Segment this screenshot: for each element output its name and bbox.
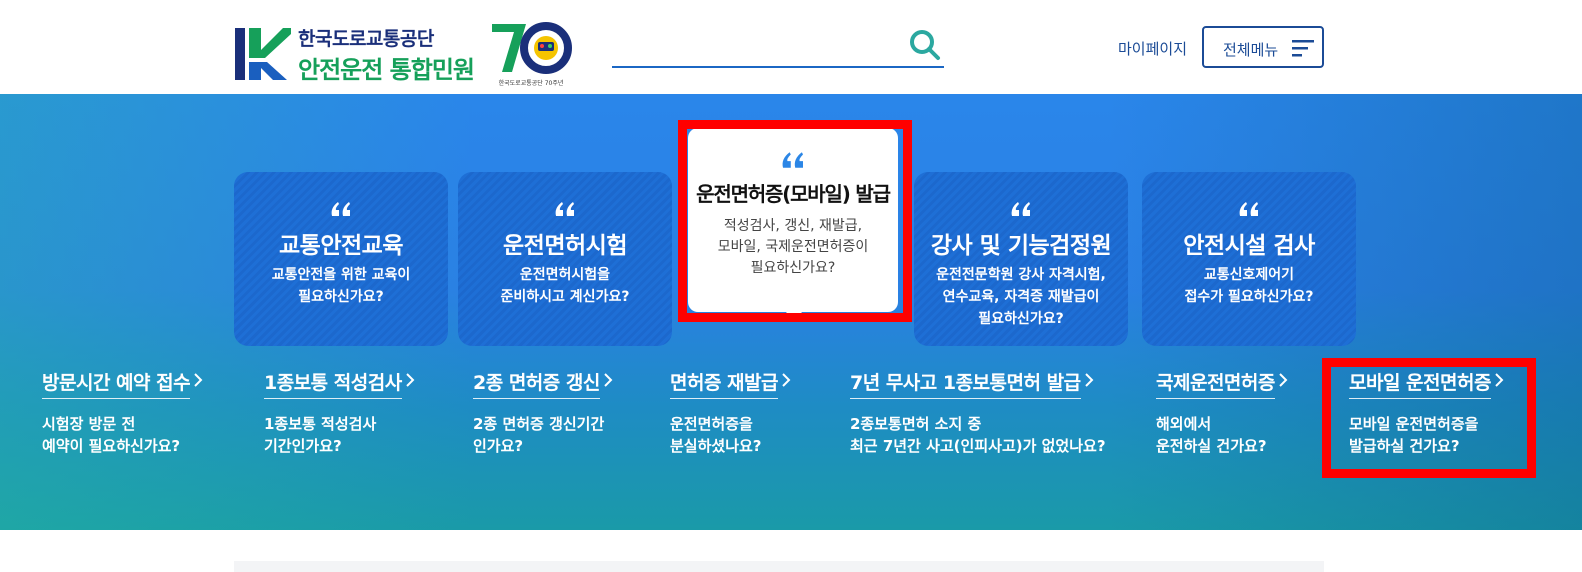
link-description: 2종 면허증 갱신기간 인가요? <box>473 415 605 455</box>
card-traffic-safety-education[interactable]: 교통안전교육 교통안전을 위한 교육이 필요하신가요? <box>234 172 448 346</box>
link-title: 방문시간 예약 접수 <box>42 368 191 399</box>
hamburger-menu-icon <box>1292 40 1314 57</box>
site-logo[interactable]: 한국도로교통공단 안전운전 통합민원 <box>235 24 475 84</box>
service-name: 안전운전 통합민원 <box>298 56 475 84</box>
link-title: 7년 무사고 1종보통면허 발급 <box>850 368 1081 399</box>
hero-section: 교통안전교육 교통안전을 위한 교육이 필요하신가요? 운전면허시험 운전면허시험… <box>0 94 1582 530</box>
chevron-right-icon <box>405 373 415 387</box>
link-description: 1종보통 적성검사 기간인가요? <box>264 415 377 455</box>
search-icon[interactable] <box>908 28 942 62</box>
card-title: 강사 및 기능검정원 <box>930 233 1112 259</box>
link-description: 시험장 방문 전 예약이 필요하신가요? <box>42 415 181 455</box>
link-description: 해외에서 운전하실 건가요? <box>1156 415 1267 455</box>
highlight-box-license-card <box>678 120 912 322</box>
link-class1-aptitude-test[interactable]: 1종보통 적성검사 1종보통 적성검사 기간인가요? <box>264 368 416 457</box>
koroad-logo-icon <box>235 28 291 80</box>
quote-icon <box>331 202 350 216</box>
card-description: 교통안전을 위한 교육이 필요하신가요? <box>271 267 411 305</box>
link-title: 면허증 재발급 <box>670 368 779 399</box>
mypage-link[interactable]: 마이페이지 <box>1118 38 1187 59</box>
site-header: 한국도로교통공단 안전운전 통합민원 한국도로교통공단 70주년 마이페이지 전… <box>0 0 1582 94</box>
chevron-right-icon <box>194 373 203 387</box>
link-class2-renewal[interactable]: 2종 면허증 갱신 2종 면허증 갱신기간 인가요? <box>473 368 614 457</box>
chevron-right-icon <box>1084 373 1093 387</box>
card-description: 운전면허시험을 준비하시고 계신가요? <box>500 267 630 305</box>
chevron-right-icon <box>1279 373 1288 387</box>
all-menu-label: 전체메뉴 <box>1223 41 1279 59</box>
link-description: 운전면허증을 분실하셨나요? <box>670 415 762 455</box>
link-description: 2종보통면허 소지 중 최근 7년간 사고(인피사고)가 없었나요? <box>850 415 1106 455</box>
link-7year-accident-free[interactable]: 7년 무사고 1종보통면허 발급 2종보통면허 소지 중 최근 7년간 사고(인피… <box>850 368 1106 457</box>
search-input[interactable] <box>612 30 892 64</box>
org-name: 한국도로교통공단 <box>298 28 434 50</box>
search-bar <box>612 26 944 68</box>
quote-icon <box>1239 202 1258 216</box>
content-area-top <box>234 561 1324 572</box>
chevron-right-icon <box>604 373 613 387</box>
card-title: 안전시설 검사 <box>1183 233 1315 259</box>
chevron-right-icon <box>1495 373 1504 387</box>
link-description: 모바일 운전면허증을 발급하실 건가요? <box>1349 415 1479 455</box>
all-menu-button[interactable]: 전체메뉴 <box>1202 26 1324 68</box>
card-safety-facility-inspection[interactable]: 안전시설 검사 교통신호제어기 접수가 필요하신가요? <box>1142 172 1356 346</box>
anniversary-emblem: 한국도로교통공단 70주년 <box>490 20 572 90</box>
link-mobile-license[interactable]: 모바일 운전면허증 모바일 운전면허증을 발급하실 건가요? <box>1349 368 1505 457</box>
link-title: 모바일 운전면허증 <box>1349 368 1491 399</box>
quote-icon <box>1011 202 1030 216</box>
card-description: 운전전문학원 강사 자격시험, 연수교육, 자격증 재발급이 필요하신가요? <box>936 267 1106 327</box>
card-title: 교통안전교육 <box>279 233 403 259</box>
card-title: 운전면허시험 <box>503 233 627 259</box>
link-title: 2종 면허증 갱신 <box>473 368 600 399</box>
seventy-anniversary-icon <box>492 22 572 74</box>
link-visit-reservation[interactable]: 방문시간 예약 접수 시험장 방문 전 예약이 필요하신가요? <box>42 368 204 457</box>
link-international-license[interactable]: 국제운전면허증 해외에서 운전하실 건가요? <box>1156 368 1289 457</box>
card-instructor-examiner[interactable]: 강사 및 기능검정원 운전전문학원 강사 자격시험, 연수교육, 자격증 재발급이… <box>914 172 1128 346</box>
quote-icon <box>555 202 574 216</box>
card-driving-license-test[interactable]: 운전면허시험 운전면허시험을 준비하시고 계신가요? <box>458 172 672 346</box>
link-license-reissue[interactable]: 면허증 재발급 운전면허증을 분실하셨나요? <box>670 368 792 457</box>
link-title: 국제운전면허증 <box>1156 368 1275 399</box>
card-description: 교통신호제어기 접수가 필요하신가요? <box>1184 267 1314 305</box>
chevron-right-icon <box>782 373 791 387</box>
anniversary-caption: 한국도로교통공단 70주년 <box>498 80 564 87</box>
link-title: 1종보통 적성검사 <box>264 368 402 399</box>
